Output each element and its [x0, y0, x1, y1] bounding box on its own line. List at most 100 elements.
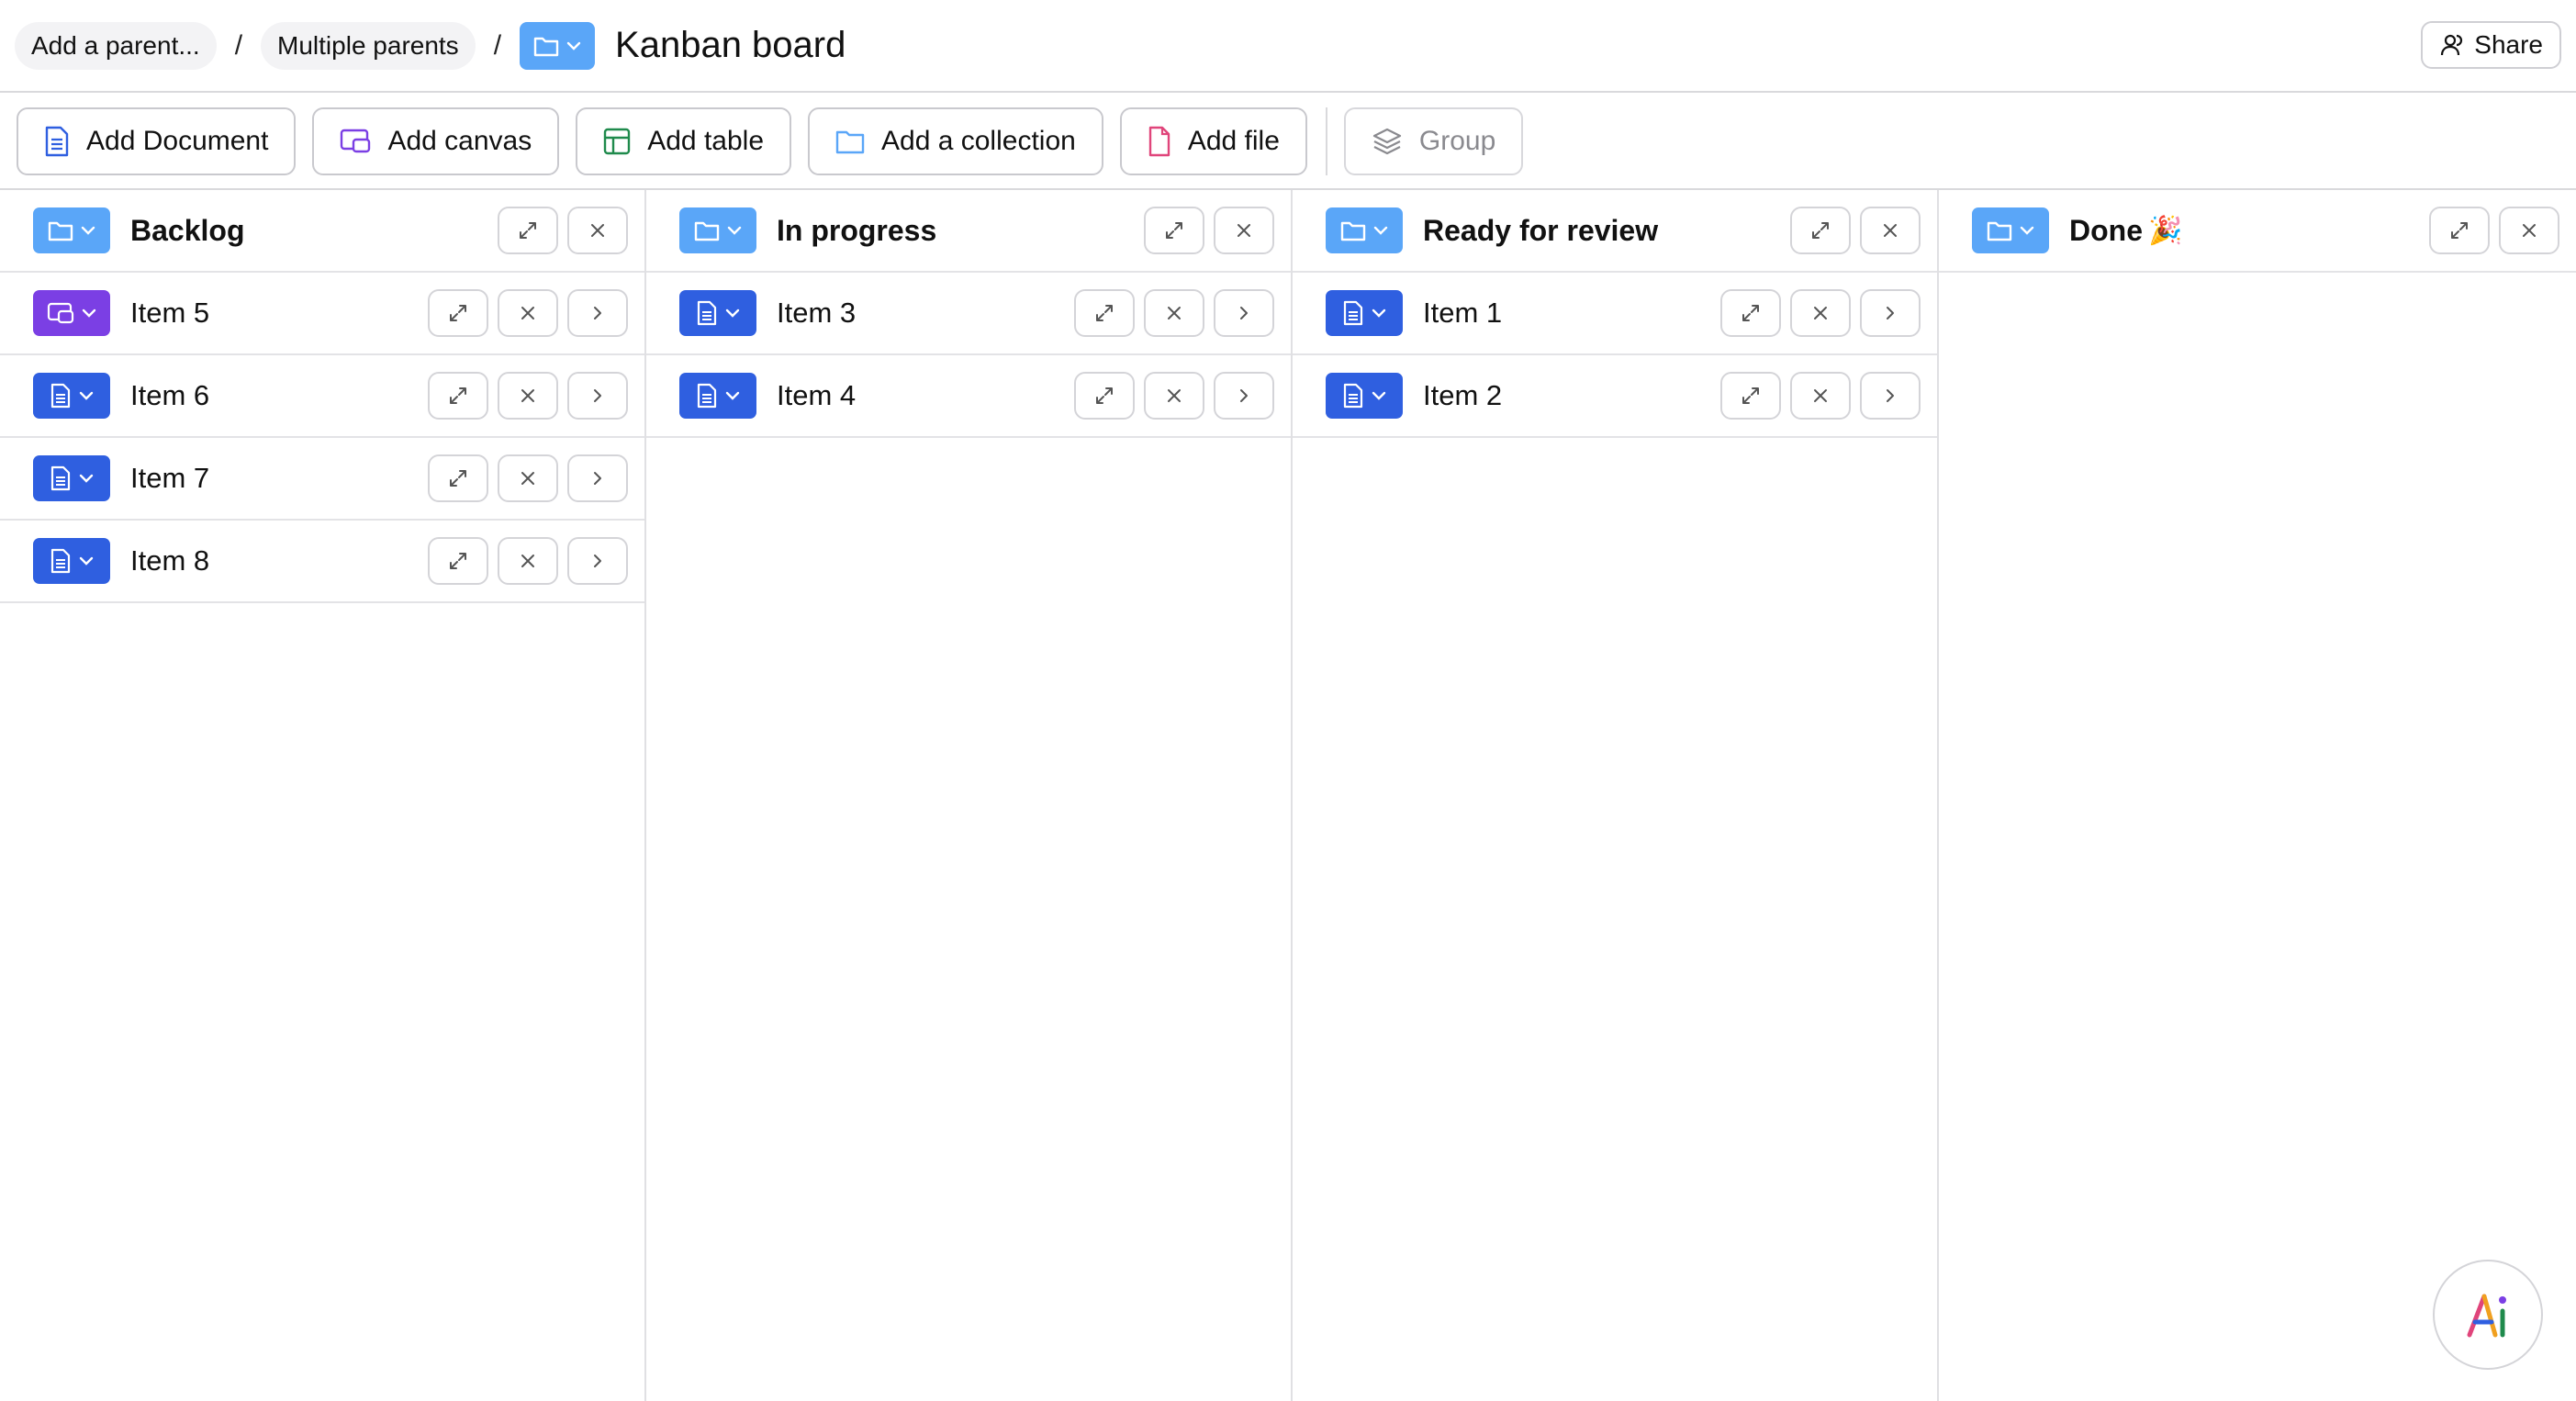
document-icon [45, 126, 69, 157]
expand-button[interactable] [1144, 207, 1204, 254]
document-icon [697, 300, 717, 326]
app: Add a parent... / Multiple parents / Kan… [0, 0, 2576, 1401]
item-type-dropdown[interactable] [33, 455, 110, 501]
toolbar: Add Document Add canvas Add table Add a … [0, 95, 2576, 190]
item-type-dropdown[interactable] [679, 290, 756, 336]
item-actions [428, 372, 628, 420]
item-type-dropdown[interactable] [679, 373, 756, 419]
item-type-dropdown[interactable] [1326, 290, 1403, 336]
list-item[interactable]: Item 2 [1293, 355, 1937, 438]
add-collection-button[interactable]: Add a collection [808, 107, 1103, 175]
open-button[interactable] [567, 537, 628, 585]
expand-button[interactable] [2429, 207, 2490, 254]
page-type-dropdown[interactable] [520, 21, 596, 70]
list-item[interactable]: Item 3 [646, 273, 1291, 355]
expand-button[interactable] [1790, 207, 1851, 254]
close-icon [1884, 224, 1897, 237]
expand-button[interactable] [428, 289, 488, 337]
close-button[interactable] [567, 207, 628, 254]
remove-button[interactable] [498, 454, 558, 502]
expand-button[interactable] [1074, 372, 1135, 420]
kanban-column: In progress Item 3 Item 4 [646, 190, 1293, 1401]
close-button[interactable] [2499, 207, 2559, 254]
open-button[interactable] [1860, 372, 1921, 420]
document-icon [50, 548, 71, 574]
canvas-icon [341, 129, 371, 153]
open-button[interactable] [1214, 372, 1274, 420]
column-emoji: 🎉 [2148, 215, 2183, 246]
list-item[interactable]: Item 8 [0, 521, 644, 603]
column-type-dropdown[interactable] [1326, 207, 1403, 253]
column-header: In progress [646, 190, 1291, 273]
list-item[interactable]: Item 1 [1293, 273, 1937, 355]
column-type-dropdown[interactable] [1972, 207, 2049, 253]
page-title: Kanban board [615, 25, 846, 65]
open-button[interactable] [1860, 289, 1921, 337]
item-type-dropdown[interactable] [1326, 373, 1403, 419]
add-canvas-label: Add canvas [387, 126, 532, 156]
close-button[interactable] [1214, 207, 1274, 254]
expand-button[interactable] [428, 372, 488, 420]
document-icon [697, 383, 717, 409]
expand-button[interactable] [498, 207, 558, 254]
header-bar: Add a parent... / Multiple parents / Kan… [0, 0, 2576, 93]
column-type-dropdown[interactable] [33, 207, 110, 253]
breadcrumb-multiple-parents[interactable]: Multiple parents [261, 21, 476, 70]
layers-icon [1372, 128, 1402, 155]
chevron-down-icon [1373, 226, 1388, 235]
add-table-button[interactable]: Add table [576, 107, 792, 175]
expand-icon [1096, 305, 1113, 321]
add-document-button[interactable]: Add Document [17, 107, 297, 175]
remove-button[interactable] [498, 372, 558, 420]
kanban-column: Backlog Item 5 Item 6 Item 7 Item 8 [0, 190, 646, 1401]
column-header: Backlog [0, 190, 644, 273]
item-title: Item 4 [777, 379, 857, 411]
column-title: Ready for review [1423, 213, 1659, 247]
close-button[interactable] [1860, 207, 1921, 254]
list-item[interactable]: Item 4 [646, 355, 1291, 438]
ai-assistant-button[interactable] [2433, 1260, 2543, 1370]
expand-button[interactable] [428, 454, 488, 502]
remove-button[interactable] [1144, 372, 1204, 420]
item-actions [428, 537, 628, 585]
expand-button[interactable] [1074, 289, 1135, 337]
item-title: Item 7 [130, 462, 210, 494]
open-button[interactable] [567, 454, 628, 502]
chevron-down-icon [2020, 226, 2034, 235]
group-button[interactable]: Group [1343, 107, 1524, 175]
list-item[interactable]: Item 7 [0, 438, 644, 521]
expand-icon [450, 470, 466, 487]
open-button[interactable] [567, 372, 628, 420]
remove-button[interactable] [1790, 372, 1851, 420]
add-canvas-button[interactable]: Add canvas [312, 107, 560, 175]
remove-button[interactable] [498, 537, 558, 585]
column-type-dropdown[interactable] [679, 207, 756, 253]
toolbar-divider [1325, 107, 1327, 175]
document-icon [50, 383, 71, 409]
expand-button[interactable] [1720, 289, 1781, 337]
expand-icon [2451, 222, 2468, 239]
item-type-dropdown[interactable] [33, 538, 110, 584]
folder-icon [533, 37, 559, 56]
expand-button[interactable] [1720, 372, 1781, 420]
remove-button[interactable] [1790, 289, 1851, 337]
item-type-dropdown[interactable] [33, 373, 110, 419]
item-actions [1720, 289, 1921, 337]
breadcrumb-add-parent[interactable]: Add a parent... [15, 21, 217, 70]
add-file-label: Add file [1187, 126, 1280, 156]
list-item[interactable]: Item 6 [0, 355, 644, 438]
expand-icon [1742, 387, 1759, 404]
open-button[interactable] [1214, 289, 1274, 337]
list-item[interactable]: Item 5 [0, 273, 644, 355]
add-file-button[interactable]: Add file [1119, 107, 1307, 175]
share-button[interactable]: Share [2421, 21, 2561, 69]
column-actions [1790, 207, 1921, 254]
open-button[interactable] [567, 289, 628, 337]
remove-button[interactable] [498, 289, 558, 337]
expand-button[interactable] [428, 537, 488, 585]
chevron-down-icon [725, 308, 740, 318]
item-title: Item 2 [1423, 379, 1503, 411]
column-title: In progress [777, 213, 937, 247]
item-type-dropdown[interactable] [33, 290, 110, 336]
remove-button[interactable] [1144, 289, 1204, 337]
